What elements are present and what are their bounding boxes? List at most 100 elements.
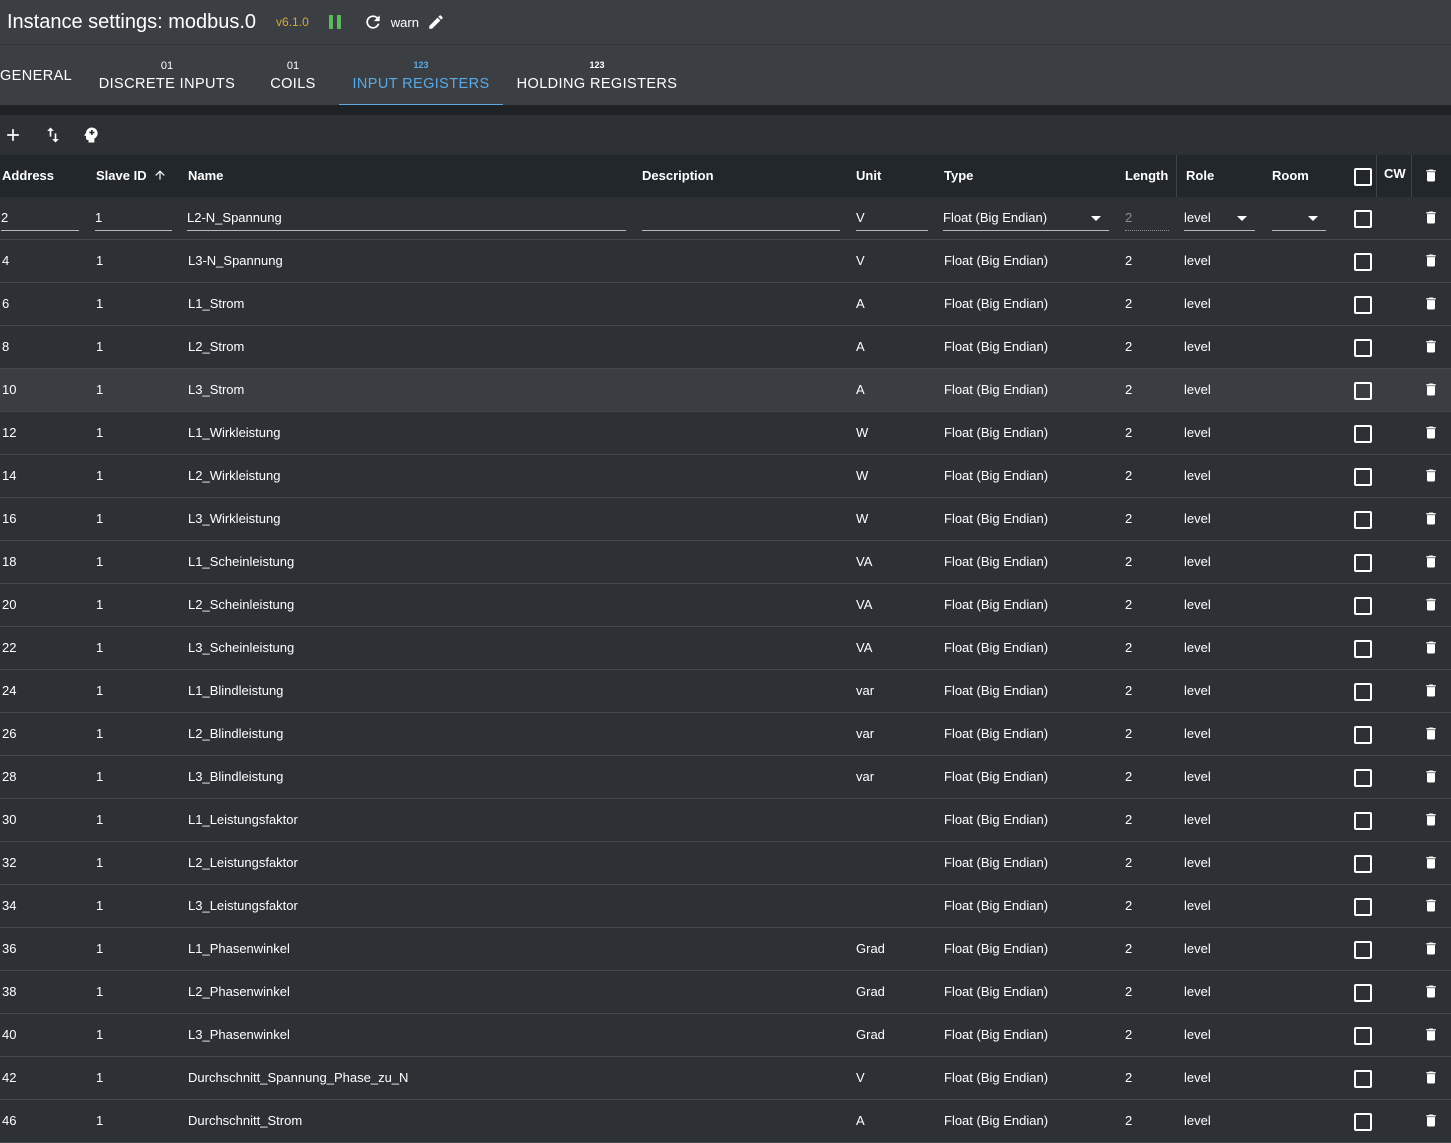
room-select[interactable] [1272,210,1326,231]
column-header-type[interactable]: Type [944,168,973,183]
table-row[interactable]: 46 1 Durchschnitt_Strom A Float (Big End… [0,1100,1451,1143]
slave-id-input[interactable]: 1 [95,210,172,231]
page-title: Instance settings: modbus.0 [7,10,257,33]
trash-icon[interactable] [1423,466,1439,485]
trash-icon[interactable] [1423,1025,1439,1044]
trash-icon[interactable] [1423,767,1439,786]
type-select[interactable]: Float (Big Endian) [943,210,1109,231]
trash-icon[interactable] [1423,638,1439,657]
cw-checkbox[interactable] [1354,1027,1372,1045]
cw-checkbox[interactable] [1354,941,1372,959]
trash-icon[interactable] [1423,810,1439,829]
table-row[interactable]: 40 1 L3_Phasenwinkel Grad Float (Big End… [0,1014,1451,1057]
column-header-room[interactable]: Room [1272,168,1309,183]
cw-checkbox[interactable] [1354,1113,1372,1131]
tab-general[interactable]: GENERAL [0,45,72,106]
column-header-role[interactable]: Role [1186,168,1214,183]
cw-checkbox[interactable] [1354,597,1372,615]
cw-checkbox[interactable] [1354,898,1372,916]
trash-icon[interactable] [1423,853,1439,872]
column-header-cw[interactable]: CW [1384,166,1406,181]
table-row[interactable]: 30 1 L1_Leistungsfaktor Float (Big Endia… [0,799,1451,842]
table-row[interactable]: 38 1 L2_Phasenwinkel Grad Float (Big End… [0,971,1451,1014]
table-row[interactable]: 6 1 L1_Strom A Float (Big Endian) 2 leve… [0,283,1451,326]
tab-label: GENERAL [0,68,73,84]
table-row[interactable]: 42 1 Durchschnitt_Spannung_Phase_zu_N V … [0,1057,1451,1100]
cw-checkbox[interactable] [1354,1070,1372,1088]
address-input[interactable]: 2 [1,210,79,231]
pencil-icon[interactable] [427,13,445,31]
cw-checkbox[interactable] [1354,468,1372,486]
column-header-address[interactable]: Address [2,168,54,183]
trash-icon[interactable] [1423,509,1439,528]
cw-checkbox[interactable] [1354,339,1372,357]
tab-discrete-inputs[interactable]: 01 DISCRETE INPUTS [88,45,246,106]
trash-icon[interactable] [1423,208,1439,227]
trash-icon[interactable] [1423,337,1439,356]
trash-icon[interactable] [1423,251,1439,270]
column-header-unit[interactable]: Unit [856,168,881,183]
trash-icon[interactable] [1423,681,1439,700]
table-row[interactable]: 34 1 L3_Leistungsfaktor Float (Big Endia… [0,885,1451,928]
cw-checkbox[interactable] [1354,382,1372,400]
brain-head-icon[interactable] [81,125,101,145]
table-row[interactable]: 12 1 L1_Wirkleistung W Float (Big Endian… [0,412,1451,455]
cw-checkbox[interactable] [1354,855,1372,873]
table-row[interactable]: 18 1 L1_Scheinleistung VA Float (Big End… [0,541,1451,584]
cell-address: 24 [2,683,17,698]
cw-checkbox[interactable] [1354,640,1372,658]
trash-icon[interactable] [1423,166,1439,185]
pause-icon[interactable] [328,15,341,29]
trash-icon[interactable] [1423,595,1439,614]
table-row[interactable]: 4 1 L3-N_Spannung V Float (Big Endian) 2… [0,240,1451,283]
cw-checkbox[interactable] [1354,210,1372,228]
column-header-length[interactable]: Length [1125,168,1168,183]
cw-checkbox[interactable] [1354,511,1372,529]
cell-address: 10 [2,382,17,397]
import-export-icon[interactable] [43,125,63,145]
table-row[interactable]: 20 1 L2_Scheinleistung VA Float (Big End… [0,584,1451,627]
select-all-checkbox[interactable] [1354,168,1372,186]
tab-holding-registers[interactable]: 123 HOLDING REGISTERS [510,45,684,106]
trash-icon[interactable] [1423,1068,1439,1087]
trash-icon[interactable] [1423,294,1439,313]
tab-coils[interactable]: 01 COILS [256,45,330,106]
trash-icon[interactable] [1423,380,1439,399]
trash-icon[interactable] [1423,896,1439,915]
table-row[interactable]: 24 1 L1_Blindleistung var Float (Big End… [0,670,1451,713]
trash-icon[interactable] [1423,982,1439,1001]
description-input[interactable] [642,210,840,231]
role-select[interactable]: level [1184,210,1255,231]
trash-icon[interactable] [1423,552,1439,571]
cw-checkbox[interactable] [1354,769,1372,787]
reload-icon[interactable] [363,12,383,32]
unit-input[interactable]: V [856,210,928,231]
table-row[interactable]: 22 1 L3_Scheinleistung VA Float (Big End… [0,627,1451,670]
column-header-name[interactable]: Name [188,168,223,183]
cw-checkbox[interactable] [1354,554,1372,572]
cw-checkbox[interactable] [1354,812,1372,830]
tab-input-registers[interactable]: 123 INPUT REGISTERS [339,45,503,106]
table-row[interactable]: 32 1 L2_Leistungsfaktor Float (Big Endia… [0,842,1451,885]
table-row[interactable]: 36 1 L1_Phasenwinkel Grad Float (Big End… [0,928,1451,971]
trash-icon[interactable] [1423,939,1439,958]
column-header-slave-id[interactable]: Slave ID [96,168,167,183]
cw-checkbox[interactable] [1354,296,1372,314]
table-row[interactable]: 14 1 L2_Wirkleistung W Float (Big Endian… [0,455,1451,498]
table-row[interactable]: 26 1 L2_Blindleistung var Float (Big End… [0,713,1451,756]
trash-icon[interactable] [1423,724,1439,743]
cw-checkbox[interactable] [1354,726,1372,744]
cw-checkbox[interactable] [1354,984,1372,1002]
column-header-description[interactable]: Description [642,168,714,183]
cw-checkbox[interactable] [1354,425,1372,443]
table-row[interactable]: 28 1 L3_Blindleistung var Float (Big End… [0,756,1451,799]
trash-icon[interactable] [1423,423,1439,442]
cw-checkbox[interactable] [1354,253,1372,271]
name-input[interactable]: L2-N_Spannung [187,210,626,231]
plus-icon[interactable] [3,125,23,145]
table-row[interactable]: 10 1 L3_Strom A Float (Big Endian) 2 lev… [0,369,1451,412]
table-row[interactable]: 8 1 L2_Strom A Float (Big Endian) 2 leve… [0,326,1451,369]
table-row[interactable]: 16 1 L3_Wirkleistung W Float (Big Endian… [0,498,1451,541]
trash-icon[interactable] [1423,1111,1439,1130]
cw-checkbox[interactable] [1354,683,1372,701]
